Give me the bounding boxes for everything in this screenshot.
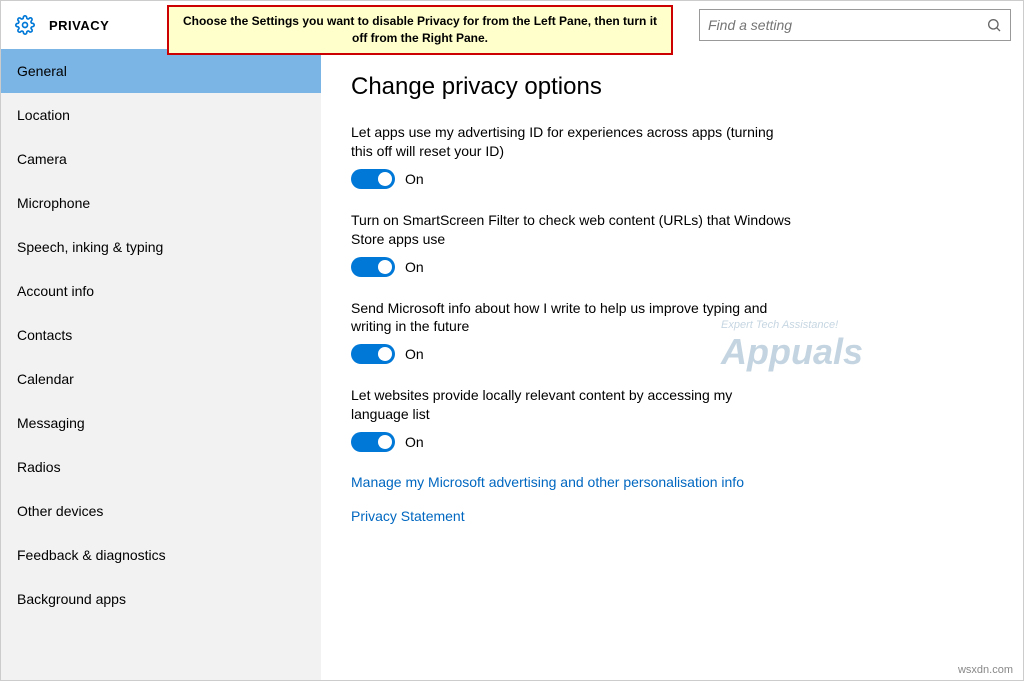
- callout-text: Choose the Settings you want to disable …: [183, 14, 657, 45]
- sidebar-item-background-apps[interactable]: Background apps: [1, 577, 321, 621]
- sidebar-item-general[interactable]: General: [1, 49, 321, 93]
- toggle-state-label: On: [405, 346, 424, 362]
- page-title: PRIVACY: [49, 18, 109, 33]
- privacy-option: Turn on SmartScreen Filter to check web …: [351, 211, 791, 277]
- toggle-row: On: [351, 257, 791, 277]
- sidebar-item-contacts[interactable]: Contacts: [1, 313, 321, 357]
- search-input[interactable]: [708, 17, 986, 33]
- toggle-switch[interactable]: [351, 169, 395, 189]
- toggle-state-label: On: [405, 434, 424, 450]
- privacy-link[interactable]: Privacy Statement: [351, 508, 993, 524]
- sidebar-item-feedback-diagnostics[interactable]: Feedback & diagnostics: [1, 533, 321, 577]
- toggle-switch[interactable]: [351, 432, 395, 452]
- sidebar-item-calendar[interactable]: Calendar: [1, 357, 321, 401]
- sidebar-item-messaging[interactable]: Messaging: [1, 401, 321, 445]
- privacy-option: Send Microsoft info about how I write to…: [351, 299, 791, 365]
- toggle-switch[interactable]: [351, 344, 395, 364]
- toggle-row: On: [351, 432, 791, 452]
- privacy-option: Let apps use my advertising ID for exper…: [351, 123, 791, 189]
- attribution-text: wsxdn.com: [958, 664, 1013, 676]
- sidebar-item-radios[interactable]: Radios: [1, 445, 321, 489]
- sidebar-item-speech-inking-typing[interactable]: Speech, inking & typing: [1, 225, 321, 269]
- sidebar: GeneralLocationCameraMicrophoneSpeech, i…: [1, 49, 321, 680]
- sidebar-item-microphone[interactable]: Microphone: [1, 181, 321, 225]
- instruction-callout: Choose the Settings you want to disable …: [167, 5, 673, 55]
- toggle-row: On: [351, 169, 791, 189]
- sidebar-item-other-devices[interactable]: Other devices: [1, 489, 321, 533]
- privacy-option: Let websites provide locally relevant co…: [351, 386, 791, 452]
- toggle-state-label: On: [405, 259, 424, 275]
- toggle-switch[interactable]: [351, 257, 395, 277]
- main-panel: Expert Tech Assistance! Appuals Change p…: [321, 49, 1023, 680]
- sidebar-item-camera[interactable]: Camera: [1, 137, 321, 181]
- sidebar-item-location[interactable]: Location: [1, 93, 321, 137]
- search-box[interactable]: [699, 9, 1011, 41]
- toggle-state-label: On: [405, 171, 424, 187]
- toggle-row: On: [351, 344, 791, 364]
- option-description: Turn on SmartScreen Filter to check web …: [351, 211, 791, 249]
- main-heading: Change privacy options: [351, 73, 993, 101]
- option-description: Send Microsoft info about how I write to…: [351, 299, 791, 337]
- search-icon[interactable]: [986, 17, 1002, 33]
- option-description: Let apps use my advertising ID for exper…: [351, 123, 791, 161]
- gear-icon: [15, 15, 35, 35]
- sidebar-item-account-info[interactable]: Account info: [1, 269, 321, 313]
- option-description: Let websites provide locally relevant co…: [351, 386, 791, 424]
- privacy-link[interactable]: Manage my Microsoft advertising and othe…: [351, 474, 993, 490]
